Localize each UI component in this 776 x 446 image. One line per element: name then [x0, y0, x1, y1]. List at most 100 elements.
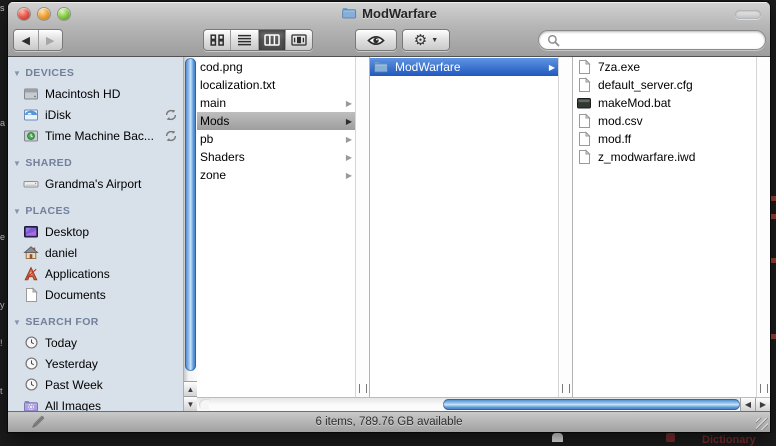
column-resize-handle[interactable]: [358, 384, 367, 393]
desktop-icon-fragment: [666, 433, 675, 442]
file-row-localization-txt[interactable]: localization.txt: [197, 76, 355, 94]
sidebar-item-idisk[interactable]: iDisk: [8, 104, 183, 125]
sidebar-section-header-places[interactable]: ▼ PLACES: [8, 201, 183, 221]
folder-icon: [341, 5, 357, 21]
icon-view-button[interactable]: [204, 30, 232, 50]
sidebar-item-documents[interactable]: Documents: [8, 284, 183, 305]
sync-icon[interactable]: [164, 108, 178, 122]
view-mode-control: [203, 29, 313, 51]
chevron-right-icon: ▶: [345, 98, 352, 108]
zoom-button[interactable]: [58, 8, 70, 20]
sidebar-item-label: All Images: [45, 398, 102, 412]
file-label: Shaders: [200, 150, 245, 164]
sidebar-section-label: PLACES: [25, 205, 71, 217]
column-scrollbar-track[interactable]: [756, 57, 770, 397]
title-bar[interactable]: ModWarfare: [8, 2, 770, 26]
list-view-glyph: [237, 34, 251, 46]
sidebar-section-header-devices[interactable]: ▼ DEVICES: [8, 63, 183, 83]
file-row-default-server-cfg[interactable]: default_server.cfg: [573, 76, 756, 94]
column-scrollbar-track[interactable]: [558, 57, 572, 397]
sidebar-item-yesterday[interactable]: Yesterday: [8, 353, 183, 374]
home-icon: [23, 245, 39, 261]
column-scrollbar-track[interactable]: [355, 57, 369, 397]
file-label: 7za.exe: [598, 60, 641, 74]
file-label: z_modwarfare.iwd: [598, 150, 696, 164]
file-row-makemod-bat[interactable]: makeMod.bat: [573, 94, 756, 112]
sidebar-item-daniel[interactable]: daniel: [8, 242, 183, 263]
sidebar-item-past-week[interactable]: Past Week: [8, 374, 183, 395]
applications-icon: [23, 266, 39, 282]
file-row-7za-exe[interactable]: 7za.exe: [573, 58, 756, 76]
clock-icon: [23, 356, 39, 372]
desktop-icon-fragment: [771, 258, 776, 263]
desktop-icon-fragment: [771, 214, 776, 219]
scroll-right-button[interactable]: ▶: [755, 398, 770, 411]
file-row-mod-ff[interactable]: mod.ff: [573, 130, 756, 148]
list-view-button[interactable]: [231, 30, 259, 50]
icon-view-glyph: [210, 34, 224, 46]
eye-icon: [367, 35, 385, 45]
sidebar-item-macintosh-hd[interactable]: Macintosh HD: [8, 83, 183, 104]
sidebar-item-label: Macintosh HD: [45, 86, 121, 101]
nav-buttons: ◀ ▶: [13, 29, 63, 51]
file-row-mods[interactable]: Mods ▶: [197, 112, 355, 130]
action-menu-button[interactable]: ⚙ ▼: [402, 29, 450, 51]
clock-icon: [23, 377, 39, 393]
sidebar-section-header-search-for[interactable]: ▼ SEARCH FOR: [8, 312, 183, 332]
sidebar-item-today[interactable]: Today: [8, 332, 183, 353]
document-icon: [576, 149, 592, 165]
document-icon: [576, 77, 592, 93]
file-row-pb[interactable]: pb ▶: [197, 130, 355, 148]
file-row-shaders[interactable]: Shaders ▶: [197, 148, 355, 166]
sidebar-section-header-shared[interactable]: ▼ SHARED: [8, 153, 183, 173]
quick-look-button[interactable]: [355, 29, 397, 51]
smart-folder-icon: [23, 398, 39, 412]
chevron-right-icon: ▶: [548, 62, 555, 72]
disclosure-triangle-icon: ▼: [13, 317, 22, 327]
sidebar-section-label: SHARED: [25, 157, 73, 169]
file-row-mod-csv[interactable]: mod.csv: [573, 112, 756, 130]
scroll-down-button[interactable]: ▼: [184, 396, 197, 411]
toolbar-toggle-button[interactable]: [735, 10, 761, 19]
sidebar-scrollbar-thumb[interactable]: [185, 58, 196, 371]
toolbar: ◀ ▶ ⚙ ▼: [8, 26, 770, 57]
horizontal-scrollbar-thumb[interactable]: [443, 399, 740, 410]
scroll-left-button[interactable]: ◀: [740, 398, 755, 411]
sidebar-item-label: Applications: [45, 266, 110, 281]
close-button[interactable]: [18, 8, 30, 20]
search-input[interactable]: [564, 32, 757, 48]
horizontal-scrollbar[interactable]: ◀ ▶: [197, 397, 770, 411]
coverflow-view-button[interactable]: [286, 30, 312, 50]
file-label: pb: [200, 132, 214, 146]
file-label: zone: [200, 168, 227, 182]
column-resize-handle[interactable]: [561, 384, 570, 393]
sidebar-item-time-machine-bac[interactable]: Time Machine Bac...: [8, 125, 183, 146]
desktop-icon-fragment: [771, 196, 776, 201]
file-row-z-modwarfare-iwd[interactable]: z_modwarfare.iwd: [573, 148, 756, 166]
back-button[interactable]: ◀: [14, 30, 39, 50]
scroll-up-button[interactable]: ▲: [184, 381, 197, 396]
sidebar-item-grandma-s-airport[interactable]: Grandma's Airport: [8, 173, 183, 194]
sync-icon[interactable]: [164, 129, 178, 143]
sidebar-item-applications[interactable]: Applications: [8, 263, 183, 284]
no-write-pencil-icon: [30, 414, 46, 430]
disclosure-triangle-icon: ▼: [13, 68, 22, 78]
resize-grip[interactable]: [756, 418, 768, 430]
column-resize-handle[interactable]: [759, 384, 768, 393]
file-row-cod-png[interactable]: cod.png: [197, 58, 355, 76]
disclosure-triangle-icon: ▼: [13, 158, 22, 168]
file-row-zone[interactable]: zone ▶: [197, 166, 355, 184]
forward-button[interactable]: ▶: [39, 30, 63, 50]
search-field[interactable]: [538, 30, 766, 50]
file-label: ModWarfare: [395, 60, 461, 74]
coverflow-view-glyph: [291, 34, 307, 46]
sidebar-item-desktop[interactable]: Desktop: [8, 221, 183, 242]
file-row-modwarfare[interactable]: ModWarfare ▶: [370, 58, 558, 76]
sidebar-scrollbar[interactable]: ▲ ▼: [183, 57, 197, 411]
sidebar-item-all-images[interactable]: All Images: [8, 395, 183, 411]
column-view-area: cod.png localization.txt main ▶ Mods ▶ pb ▶ Shad…: [197, 57, 770, 411]
minimize-button[interactable]: [38, 8, 50, 20]
file-row-main[interactable]: main ▶: [197, 94, 355, 112]
desktop-icon-label-fragment: y: [0, 300, 5, 310]
column-view-button[interactable]: [258, 30, 286, 50]
